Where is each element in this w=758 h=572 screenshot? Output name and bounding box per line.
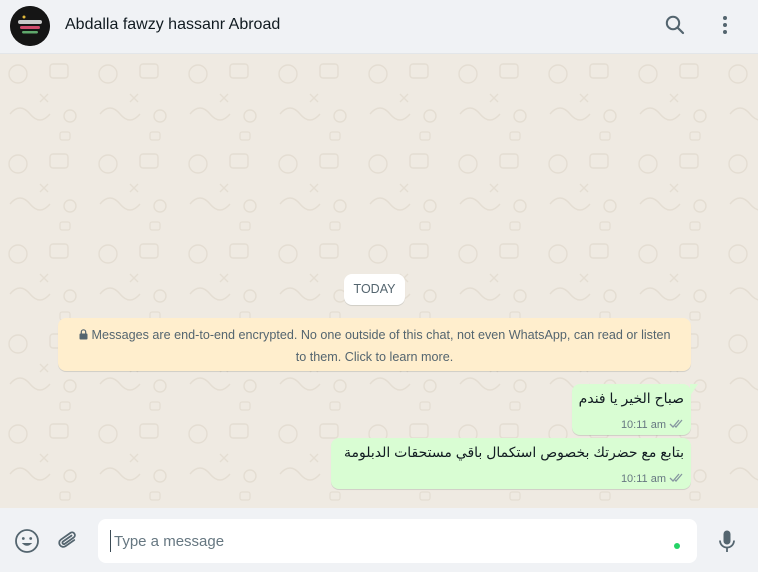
paperclip-icon[interactable] <box>55 528 81 554</box>
more-vertical-icon[interactable] <box>713 13 737 37</box>
message-meta: 10:11 am <box>621 472 685 486</box>
microphone-icon[interactable] <box>714 528 740 554</box>
bubble-tail <box>690 384 698 396</box>
message-text: صباح الخير يا فندم <box>578 390 684 406</box>
emoji-icon[interactable] <box>14 528 40 554</box>
lock-icon <box>79 326 88 347</box>
message-input-container[interactable] <box>98 519 697 563</box>
message-input[interactable] <box>110 530 654 552</box>
chat-header: Abdalla fawzy hassanr Abroad <box>0 0 758 54</box>
status-dot <box>674 543 680 549</box>
contact-avatar[interactable] <box>10 6 50 46</box>
encryption-notice-text: Messages are end-to-end encrypted. No on… <box>91 328 671 364</box>
message-time: 10:11 am <box>620 419 666 431</box>
double-check-icon <box>669 472 685 486</box>
contact-name[interactable]: Abdalla fawzy hassanr Abroad <box>65 16 280 34</box>
message-time: 10:11 am <box>620 473 666 485</box>
message-text: بتابع مع حضرتك بخصوص استكمال باقي مستحقا… <box>343 444 684 460</box>
double-check-icon <box>669 418 685 432</box>
encryption-notice[interactable]: Messages are end-to-end encrypted. No on… <box>58 318 691 371</box>
outgoing-message[interactable]: بتابع مع حضرتك بخصوص استكمال باقي مستحقا… <box>331 438 691 489</box>
date-chip: TODAY <box>344 274 405 305</box>
outgoing-message[interactable]: صباح الخير يا فندم 10:11 am <box>572 384 698 435</box>
search-icon[interactable] <box>663 13 687 37</box>
chat-area: TODAY Messages are end-to-end encrypted.… <box>0 54 758 508</box>
composer-bar <box>0 508 758 572</box>
message-meta: 10:11 am <box>621 418 685 432</box>
